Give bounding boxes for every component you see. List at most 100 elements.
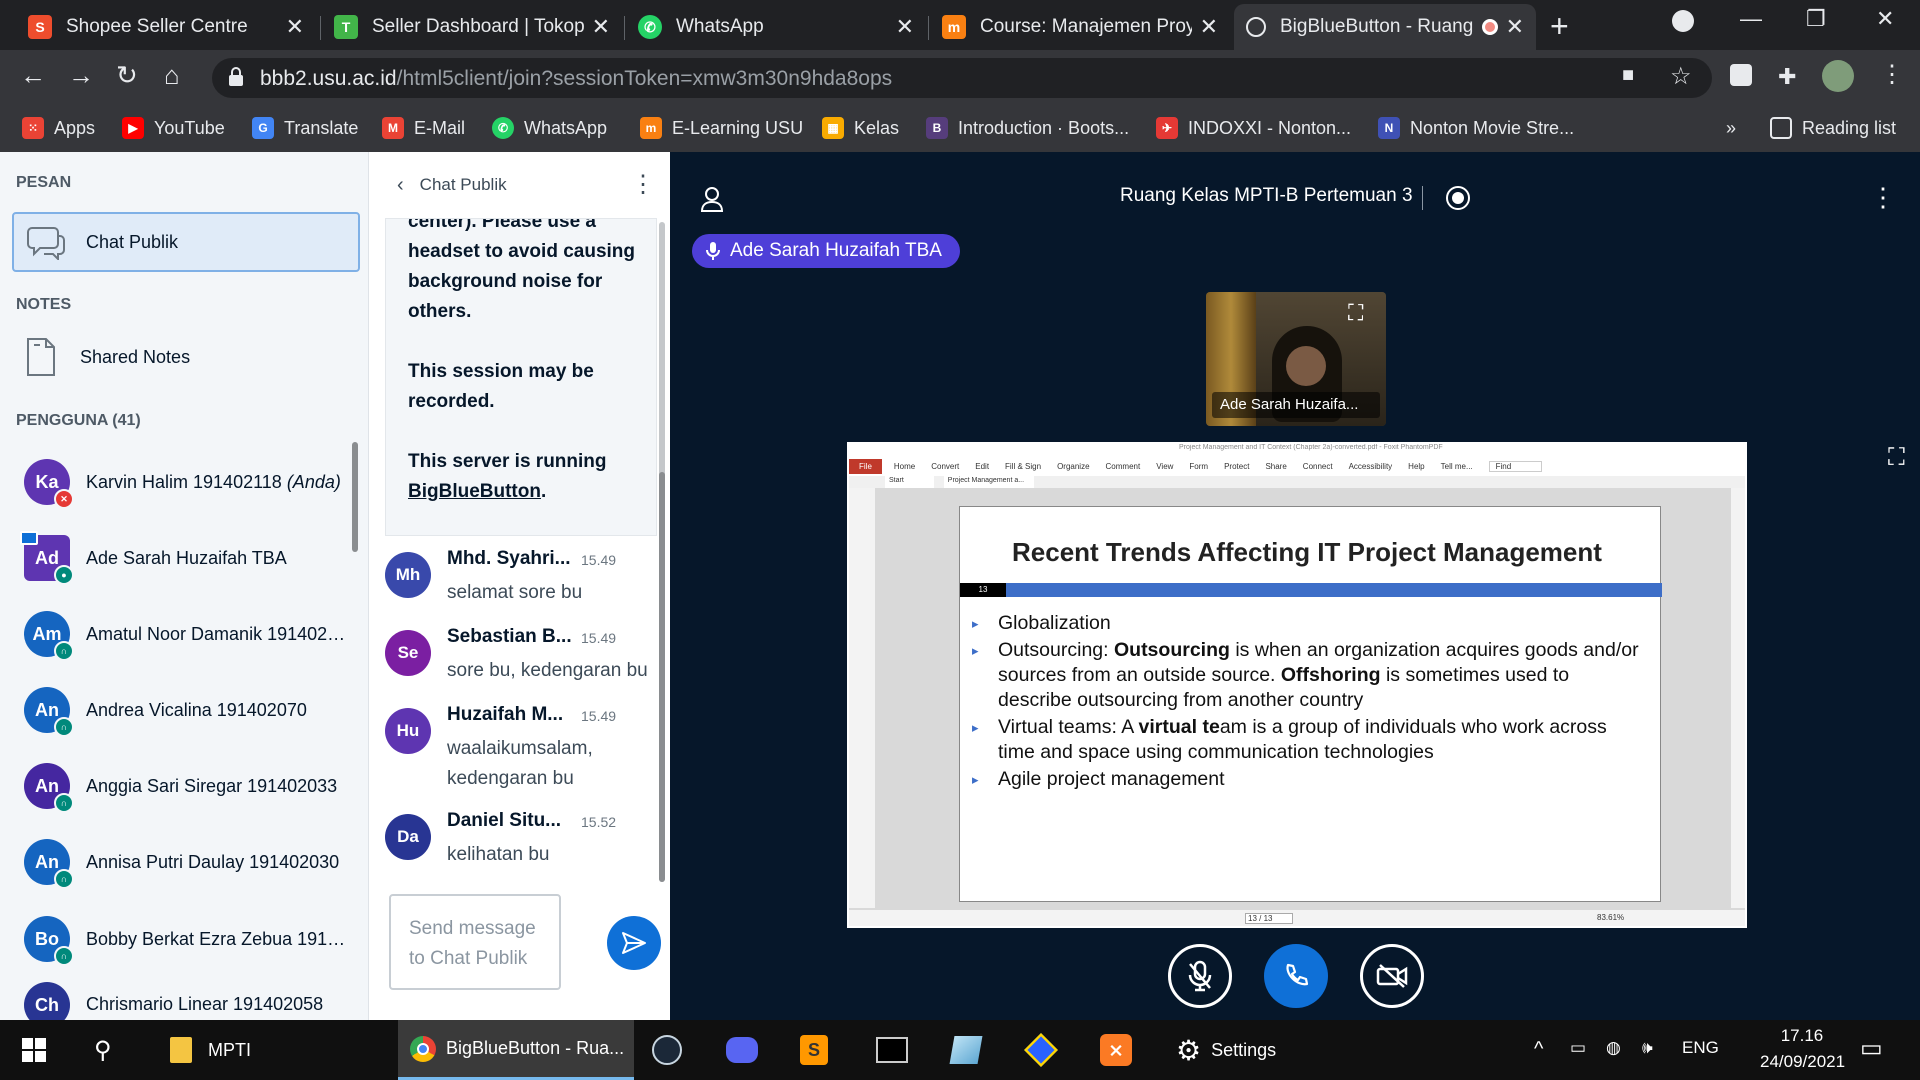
language-indicator[interactable]: ENG: [1682, 1038, 1719, 1058]
camera-button[interactable]: [1360, 944, 1424, 1008]
tab-whatsapp[interactable]: ✆ WhatsApp ✕: [626, 4, 926, 50]
options-icon[interactable]: ⋮: [1870, 182, 1896, 213]
app-icon[interactable]: [949, 1020, 983, 1080]
back-icon[interactable]: ←: [20, 60, 46, 91]
bookmark-whatsapp[interactable]: ✆ WhatsApp: [492, 114, 607, 142]
tray-chevron-icon[interactable]: ^: [1534, 1038, 1543, 1061]
bookmark-nonton[interactable]: N Nonton Movie Stre...: [1378, 114, 1574, 142]
recording-status-icon[interactable]: [1446, 186, 1470, 210]
avatar-initials: An: [35, 775, 59, 796]
bookmarks-overflow-icon[interactable]: »: [1726, 114, 1736, 142]
bookmark-email[interactable]: M E-Mail: [382, 114, 465, 142]
public-chat-item[interactable]: Chat Publik: [12, 212, 360, 272]
bullet-marker: ▸: [972, 772, 979, 787]
message-text: selamat sore bu: [447, 582, 583, 603]
start-icon[interactable]: [22, 1020, 52, 1080]
chrome-icon: [410, 1035, 436, 1062]
new-tab-button[interactable]: +: [1550, 8, 1569, 45]
notifications-icon[interactable]: ▭: [1860, 1034, 1883, 1063]
tab-title: Course: Manajemen Proye: [980, 16, 1192, 37]
avatar-initials: An: [35, 851, 59, 872]
battery-icon[interactable]: ▭: [1570, 1038, 1586, 1058]
bookmark-kelas[interactable]: ▦ Kelas: [822, 114, 899, 142]
bookmark-elearning[interactable]: m E-Learning USU: [640, 114, 803, 142]
tab-search-icon[interactable]: [1672, 10, 1694, 32]
bookmark-indoxxi[interactable]: ✈ INDOXXI - Nonton...: [1156, 114, 1351, 142]
send-button[interactable]: [607, 916, 661, 970]
menu-icon[interactable]: ⋮: [1880, 60, 1904, 89]
restore-icon[interactable]: ❐: [1806, 6, 1826, 32]
user-list-item[interactable]: An ∩ Annisa Putri Daulay 191402030: [24, 832, 354, 892]
minimize-icon[interactable]: —: [1740, 6, 1762, 32]
fullscreen-presentation-icon[interactable]: ⛶: [1888, 444, 1905, 472]
message-input[interactable]: Send message to Chat Publik: [389, 894, 561, 990]
mic-icon: ●: [54, 565, 74, 585]
bullet-item: ▸ Virtual teams: A virtual team is a grou…: [972, 715, 1642, 765]
close-icon[interactable]: ✕: [286, 14, 304, 40]
welcome-line: center). Please use a: [408, 218, 596, 232]
search-icon[interactable]: ⚲: [94, 1020, 112, 1080]
shared-notes-item[interactable]: Shared Notes: [24, 337, 190, 377]
taskbar-folder[interactable]: MPTI: [156, 1020, 376, 1080]
moodle-icon: m: [640, 117, 662, 139]
home-icon[interactable]: ⌂: [164, 60, 180, 91]
chat-options-icon[interactable]: ⋮: [631, 170, 655, 199]
close-icon[interactable]: ✕: [592, 14, 610, 40]
discord-icon[interactable]: [726, 1020, 758, 1080]
fullscreen-icon[interactable]: ⛶: [1348, 300, 1363, 326]
terminal-icon[interactable]: [876, 1020, 908, 1080]
mute-button[interactable]: [1168, 944, 1232, 1008]
pdf-menu-item: Convert: [931, 461, 960, 471]
bigbluebutton-link[interactable]: BigBlueButton: [408, 481, 541, 502]
camera-blocked-icon[interactable]: ■: [1622, 64, 1634, 87]
webcam-label: Ade Sarah Huzaifa...: [1212, 392, 1380, 418]
chat-scrollbar-thumb[interactable]: [659, 472, 665, 882]
user-list-item[interactable]: Bo ∩ Bobby Berkat Ezra Zebua 1914...: [24, 909, 354, 969]
bookmark-apps[interactable]: ⁙ Apps: [22, 114, 95, 142]
user-list-item[interactable]: Ch Chrismario Linear 191402058: [24, 982, 354, 1020]
talking-indicator[interactable]: Ade Sarah Huzaifah TBA: [692, 234, 960, 268]
user-list-item[interactable]: An ∩ Anggia Sari Siregar 191402033: [24, 756, 354, 816]
taskbar-chrome[interactable]: BigBlueButton - Rua...: [398, 1020, 634, 1080]
leave-audio-button[interactable]: [1264, 944, 1328, 1008]
bookmark-translate[interactable]: G Translate: [252, 114, 358, 142]
bookmark-star-icon[interactable]: ☆: [1670, 62, 1692, 91]
back-chevron-icon[interactable]: ‹: [397, 174, 404, 197]
reading-list[interactable]: Reading list: [1770, 114, 1896, 142]
window-close-icon[interactable]: ✕: [1876, 6, 1894, 32]
extension-icon[interactable]: [1730, 64, 1752, 86]
forward-icon[interactable]: →: [68, 60, 94, 91]
reload-icon[interactable]: ↻: [116, 60, 138, 91]
close-icon[interactable]: ✕: [896, 14, 914, 40]
virtualbox-icon[interactable]: [1024, 1020, 1058, 1080]
user-list-item[interactable]: Am ∩ Amatul Noor Damanik 1914020...: [24, 604, 354, 664]
close-icon[interactable]: ✕: [1200, 14, 1218, 40]
puzzle-icon[interactable]: ✚: [1778, 64, 1796, 90]
clock[interactable]: 17.16 24/09/2021: [1760, 1026, 1845, 1072]
webcam-video[interactable]: ⛶ Ade Sarah Huzaifa...: [1206, 292, 1386, 426]
taskbar-settings[interactable]: ⚙ Settings: [1168, 1020, 1276, 1080]
tab-course[interactable]: m Course: Manajemen Proye ✕: [930, 4, 1230, 50]
avatar: Ka ✕: [24, 459, 74, 509]
tab-bigbluebutton[interactable]: BigBlueButton - Ruang ✕: [1234, 4, 1536, 50]
pdf-menu-item: Comment: [1105, 461, 1141, 471]
user-list-item[interactable]: An ∩ Andrea Vicalina 191402070: [24, 680, 354, 740]
xampp-icon[interactable]: ⨯: [1100, 1020, 1132, 1080]
message-time: 15.52: [581, 814, 617, 830]
bookmark-bootstrap[interactable]: B Introduction · Boots...: [926, 114, 1129, 142]
user-list-item[interactable]: Ka ✕ Karvin Halim 191402118 (Anda): [24, 452, 354, 512]
steam-icon[interactable]: [652, 1020, 682, 1080]
volume-icon[interactable]: 🕪: [1642, 1038, 1653, 1058]
bookmark-youtube[interactable]: ▶ YouTube: [122, 114, 225, 142]
network-icon[interactable]: ◍: [1606, 1038, 1621, 1058]
translate-icon: G: [252, 117, 274, 139]
address-bar[interactable]: bbb2.usu.ac.id/html5client/join?sessionT…: [212, 58, 1712, 98]
user-list-item[interactable]: Ad ● Ade Sarah Huzaifah TBA: [20, 528, 354, 588]
sublime-icon[interactable]: S: [800, 1020, 828, 1080]
user-list-scrollbar[interactable]: [352, 442, 358, 552]
profile-avatar[interactable]: [1822, 60, 1854, 92]
close-icon[interactable]: ✕: [1506, 14, 1524, 40]
tab-tokopedia[interactable]: T Seller Dashboard | Tokope ✕: [322, 4, 622, 50]
tab-shopee[interactable]: S Shopee Seller Centre ✕: [16, 4, 316, 50]
user-icon[interactable]: [700, 186, 724, 212]
